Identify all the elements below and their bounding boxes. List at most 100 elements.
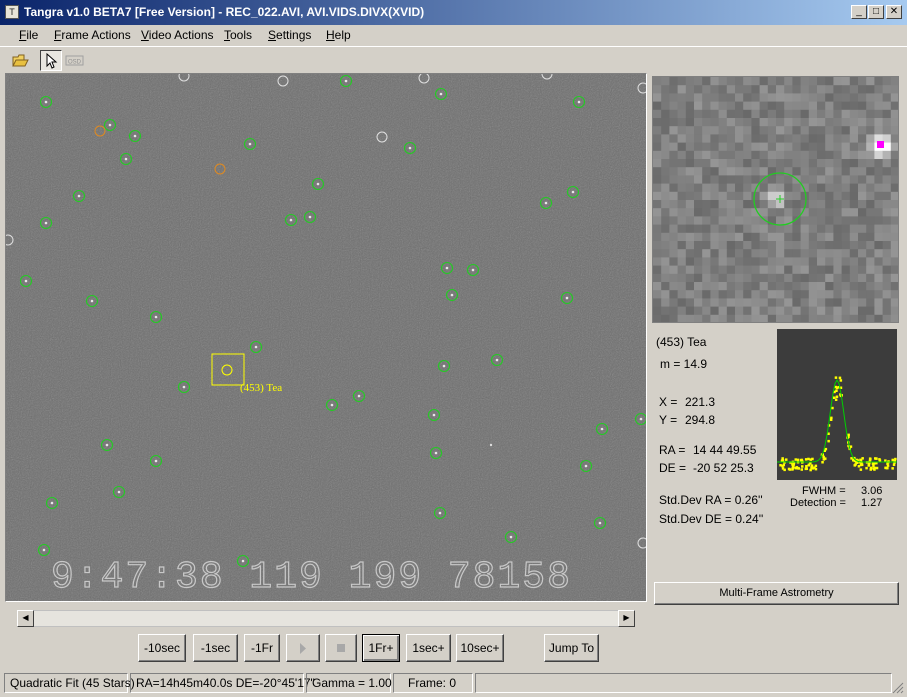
zoom-pixel: [653, 298, 662, 307]
pointer-icon[interactable]: [40, 50, 62, 71]
zoom-pixel: [759, 167, 769, 176]
zoom-pixel: [767, 191, 777, 201]
star-point: [495, 358, 499, 362]
zoom-pixel: [694, 167, 703, 176]
zoom-pixel: [710, 306, 719, 316]
osd-icon[interactable]: OSD: [65, 50, 87, 71]
zoom-pixel: [759, 150, 769, 160]
zoom-pixel: [735, 150, 744, 160]
zoom-pixel: [776, 314, 785, 322]
multi-frame-astrometry-button[interactable]: Multi-Frame Astrometry: [654, 582, 899, 605]
zoom-pixel: [776, 126, 785, 135]
star-point: [124, 157, 128, 161]
frame-scrollbar[interactable]: ◀ ▶: [17, 610, 635, 627]
zoom-pixel: [685, 150, 695, 160]
app-icon[interactable]: T: [5, 5, 19, 19]
profile-point: [822, 455, 825, 459]
menu-file[interactable]: File: [19, 28, 38, 42]
zoom-pixel: [784, 159, 793, 168]
zoom-pixel: [743, 101, 752, 111]
zoom-pixel: [792, 150, 801, 160]
minus-1sec-button[interactable]: -1sec: [193, 634, 238, 662]
zoom-pixel: [743, 232, 752, 242]
zoom-pixel: [694, 183, 703, 193]
menu-frame-actions[interactable]: Frame Actions: [54, 28, 131, 42]
zoom-pixel: [817, 200, 826, 209]
zoom-pixel: [841, 118, 851, 127]
minus-10sec-button[interactable]: -10sec: [138, 634, 186, 662]
zoom-pixel: [849, 134, 859, 143]
profile-point: [801, 465, 804, 468]
zoom-pixel: [653, 290, 662, 299]
profile-point: [830, 416, 833, 420]
star-point: [577, 100, 581, 104]
zoom-pixel: [767, 126, 777, 135]
minus-1fr-button[interactable]: -1Fr: [244, 634, 280, 662]
zoom-pixel: [661, 290, 670, 299]
zoom-pixel: [882, 249, 892, 258]
fwhm-value: 3.06: [861, 485, 883, 497]
zoom-pixel: [858, 109, 867, 119]
play-button[interactable]: [286, 634, 320, 662]
zoom-pixel: [743, 159, 752, 168]
plus-10sec-button[interactable]: 10sec+: [456, 634, 504, 662]
zoom-pixel: [751, 191, 760, 201]
zoom-pixel: [792, 109, 801, 119]
open-folder-icon[interactable]: [10, 50, 32, 71]
zoom-pixel: [866, 191, 875, 201]
zoom-pixel: [718, 183, 728, 193]
zoom-pixel: [718, 241, 728, 250]
zoom-pixel: [866, 298, 875, 307]
zoom-pixel: [882, 298, 892, 307]
menu-video-actions[interactable]: Video Actions: [141, 28, 214, 42]
video-frame[interactable]: (453) Tea 9:47:38 119 199 78158: [5, 73, 647, 602]
zoom-pixel: [759, 257, 769, 266]
jump-to-button[interactable]: Jump To: [544, 634, 599, 662]
zoom-pixel: [800, 298, 810, 307]
zoom-pixel: [743, 241, 752, 250]
zoom-pixel: [817, 134, 826, 143]
menu-help[interactable]: Help: [326, 28, 351, 42]
zoom-pixel: [710, 126, 719, 135]
minimize-button[interactable]: _: [851, 5, 867, 19]
zoom-pixel: [694, 93, 703, 102]
zoom-pixel: [817, 232, 826, 242]
zoom-pixel: [677, 167, 687, 176]
zoom-pixel: [677, 175, 687, 184]
zoom-pixel: [866, 208, 875, 217]
zoom-pixel: [817, 126, 826, 135]
zoom-pixel: [718, 101, 728, 111]
zoom-pixel: [677, 208, 687, 217]
profile-point: [873, 468, 876, 471]
scroll-right-arrow[interactable]: ▶: [618, 610, 635, 627]
zoom-pixel: [833, 109, 842, 119]
zoom-pixel: [825, 77, 834, 86]
zoom-pixel: [858, 183, 867, 193]
zoom-pixel: [792, 126, 801, 135]
zoom-pixel: [718, 167, 728, 176]
zoom-pixel: [866, 265, 875, 275]
star-point: [598, 521, 602, 525]
menu-tools[interactable]: Tools: [224, 28, 252, 42]
zoom-pixel: [677, 93, 687, 102]
zoom-pixel: [694, 241, 703, 250]
zoom-pixel: [817, 175, 826, 184]
stop-button[interactable]: [325, 634, 357, 662]
close-button[interactable]: ✕: [886, 5, 902, 19]
resize-grip-icon[interactable]: [892, 682, 904, 694]
scroll-left-arrow[interactable]: ◀: [17, 610, 34, 627]
zoom-pixel: [661, 101, 670, 111]
profile-point: [891, 467, 894, 470]
menu-settings[interactable]: Settings: [268, 28, 311, 42]
plus-1sec-button[interactable]: 1sec+: [406, 634, 451, 662]
zoom-pixel: [808, 109, 818, 119]
maximize-button[interactable]: □: [868, 5, 884, 19]
zoom-pixel: [702, 257, 711, 266]
zoom-pixel: [735, 241, 744, 250]
zoom-pixel: [767, 273, 777, 283]
zoom-pixel: [751, 167, 760, 176]
zoom-pixel: [808, 93, 818, 102]
plus-1fr-button[interactable]: 1Fr+: [362, 634, 400, 662]
zoom-pixel: [825, 150, 834, 160]
zoom-pixel: [751, 159, 760, 168]
